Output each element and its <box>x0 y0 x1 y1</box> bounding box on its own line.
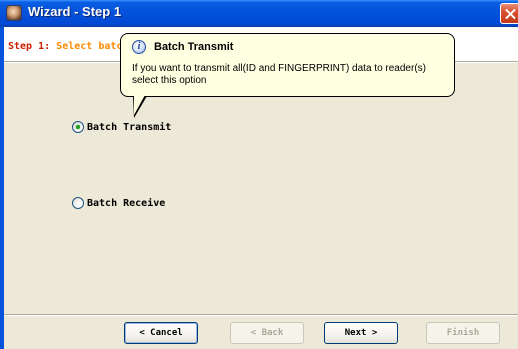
tooltip-body: If you want to transmit all(ID and FINGE… <box>132 63 426 86</box>
radio-selected-icon[interactable] <box>72 121 84 133</box>
finish-button: Finish <box>426 322 500 344</box>
cancel-button[interactable]: < Cancel <box>124 322 198 344</box>
batch-transmit-label[interactable]: Batch Transmit <box>87 122 171 133</box>
batch-receive-radio[interactable]: Batch Receive <box>72 197 165 209</box>
footer-divider <box>4 314 518 316</box>
batch-transmit-radio[interactable]: Batch Transmit <box>72 121 171 133</box>
window-left-border <box>0 27 4 349</box>
tooltip-tail-fill <box>134 95 145 115</box>
back-button: < Back <box>230 322 304 344</box>
title-bar[interactable]: Wizard - Step 1 <box>0 0 518 27</box>
radio-unselected-icon[interactable] <box>72 197 84 209</box>
step-prefix: Step 1 <box>8 41 45 52</box>
info-icon: i <box>132 40 146 54</box>
wizard-window: Wizard - Step 1 Step 1: Select batc Batc… <box>0 0 518 349</box>
step-description: Select batc <box>56 41 123 52</box>
close-button[interactable] <box>500 3 518 24</box>
window-title: Wizard - Step 1 <box>28 4 122 19</box>
batch-receive-label[interactable]: Batch Receive <box>87 198 165 209</box>
next-button[interactable]: Next > <box>324 322 398 344</box>
step-separator: : <box>44 41 57 52</box>
step-label: Step 1: Select batc <box>8 41 122 52</box>
user-face-icon <box>6 5 22 21</box>
tooltip-title: Batch Transmit <box>154 41 234 53</box>
